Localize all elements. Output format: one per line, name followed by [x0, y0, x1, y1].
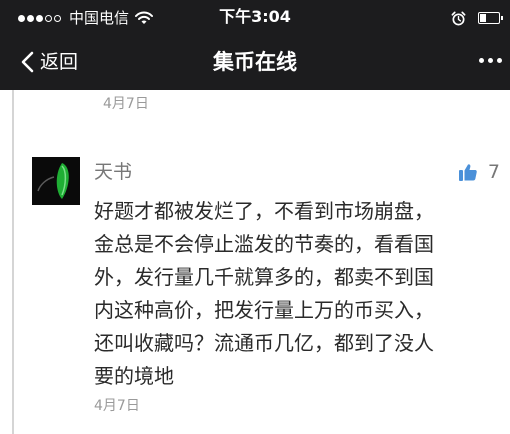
like-count: 7 [487, 161, 500, 183]
comment-line: 金总是不会停止滥发的节奏的，看看国 [94, 232, 434, 256]
left-divider [12, 90, 14, 434]
status-right [451, 9, 503, 27]
comment-line: 还叫收藏吗？流通币几亿，都到了没人 [94, 331, 434, 355]
status-time: 下午3:04 [219, 7, 291, 26]
avatar[interactable] [32, 157, 80, 205]
comment-line: 要的境地 [94, 364, 174, 388]
previous-comment-date: 4月7日 [103, 96, 149, 112]
comment-line: 好题才都被发烂了，不看到市场崩盘， [94, 199, 434, 223]
jade-leaf-icon [32, 157, 80, 205]
alarm-clock-icon [451, 11, 466, 25]
app-screen: 中国电信 下午3:04 返回 集币在线 4月7日 天书 7 好题才都被发烂了，不… [0, 0, 510, 434]
more-dot [497, 58, 502, 63]
comment-body: 好题才都被发烂了，不看到市场崩盘， 金总是不会停止滥发的节奏的，看看国 外，发行… [94, 195, 496, 393]
battery-icon [478, 12, 503, 24]
navigation-bar: 返回 集币在线 [0, 34, 510, 90]
status-bar: 中国电信 下午3:04 [0, 0, 510, 34]
thumbs-up-icon [458, 164, 477, 181]
comment-date: 4月7日 [94, 398, 140, 414]
battery-level [480, 14, 486, 22]
more-dot [479, 58, 484, 63]
more-dot [488, 58, 493, 63]
comment-author[interactable]: 天书 [94, 159, 132, 185]
comments-area[interactable]: 4月7日 天书 7 好题才都被发烂了，不看到市场崩盘， 金总是不会停止滥发的节奏… [0, 90, 510, 434]
more-options-button[interactable] [475, 58, 502, 63]
comment-line: 内这种高价，把发行量上万的币买入， [94, 298, 434, 322]
page-title: 集币在线 [213, 50, 297, 74]
like-button[interactable]: 7 [458, 160, 500, 184]
comment-line: 外，发行量几千就算多的，都卖不到国 [94, 265, 434, 289]
